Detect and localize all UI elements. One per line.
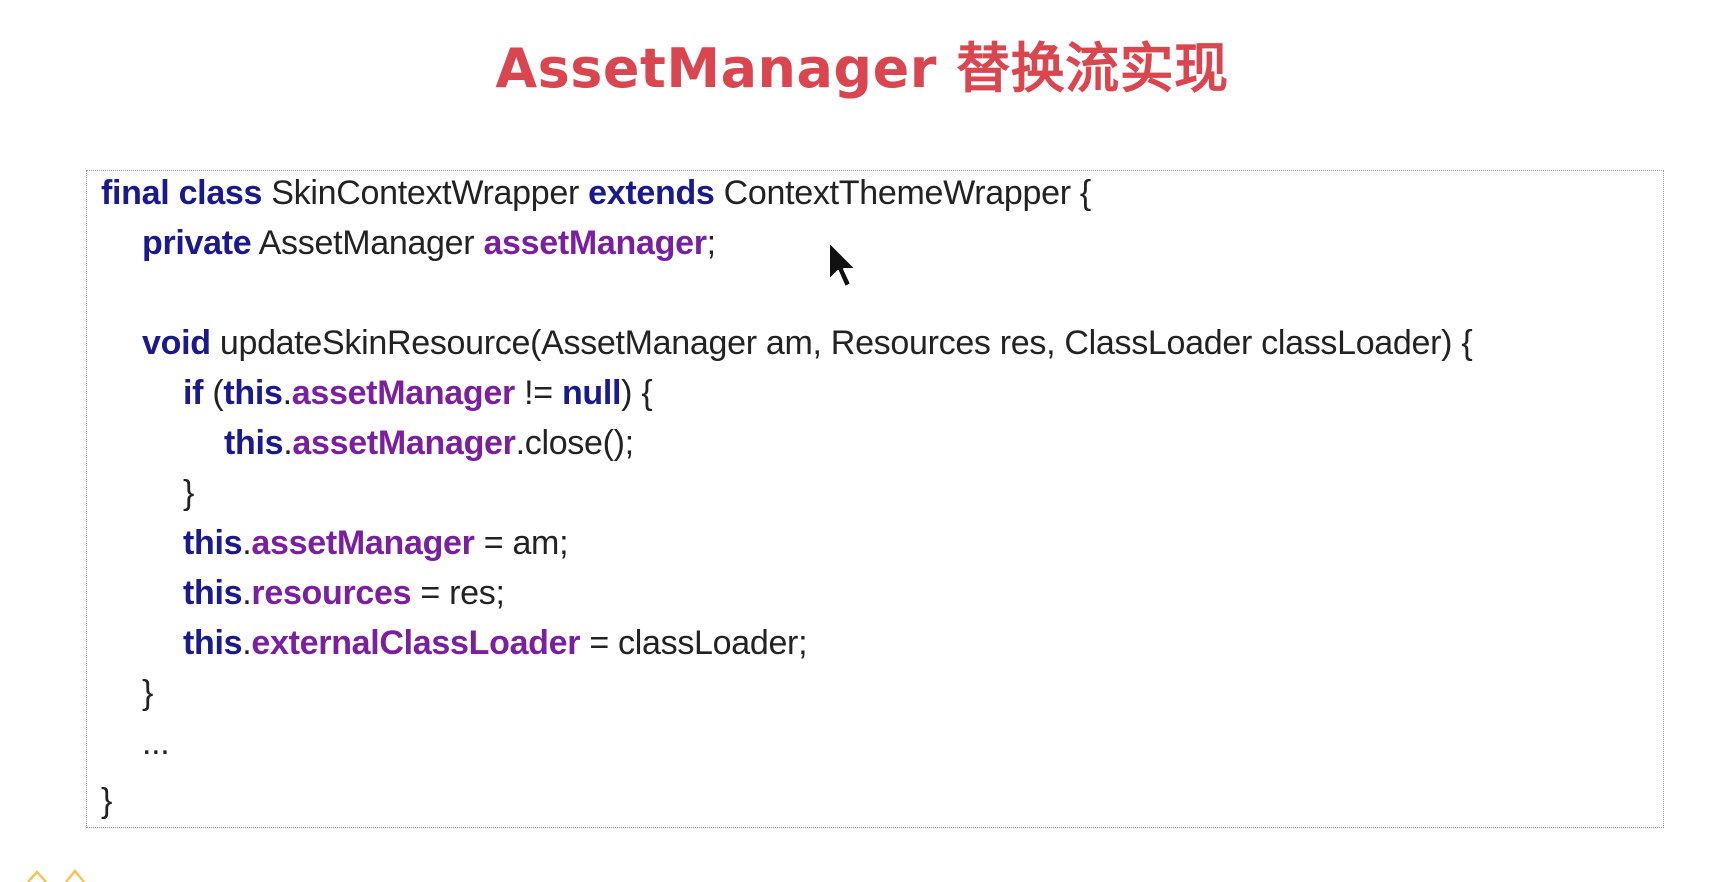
mouse-pointer-icon: [828, 241, 857, 288]
code-line: this.assetManager.close();: [224, 421, 634, 465]
code-keyword: this: [183, 574, 243, 612]
code-text: updateSkinResource(AssetManager am, Reso…: [210, 324, 1473, 362]
code-text: = am;: [474, 524, 569, 562]
code-text: SkinContextWrapper: [262, 174, 589, 212]
code-line: ...: [142, 721, 170, 765]
code-text: }: [142, 674, 154, 712]
code-field: assetManager: [291, 374, 515, 412]
code-field: externalClassLoader: [251, 624, 581, 662]
code-text: .close();: [515, 424, 635, 462]
code-text: !=: [514, 374, 562, 412]
code-keyword: extends: [588, 174, 715, 212]
code-field: assetManager: [292, 424, 516, 462]
code-keyword: this: [223, 374, 283, 412]
code-keyword: private: [142, 224, 252, 262]
code-text: AssetManager: [251, 224, 484, 262]
code-line: }: [183, 471, 194, 515]
code-text: }: [101, 782, 113, 820]
code-text: = res;: [411, 574, 505, 612]
code-text: ContextThemeWrapper {: [714, 174, 1092, 212]
code-text: ...: [142, 724, 170, 762]
code-text: ;: [706, 224, 716, 262]
code-keyword: void: [142, 324, 211, 362]
code-text: }: [183, 474, 195, 512]
code-keyword: this: [183, 524, 243, 562]
code-line: this.assetManager = am;: [183, 521, 569, 565]
code-text: .: [282, 374, 292, 412]
code-keyword: null: [561, 374, 622, 412]
code-line: final class SkinContextWrapper extends C…: [101, 171, 1091, 215]
code-keyword: final: [101, 174, 170, 212]
code-keyword: class: [178, 174, 263, 212]
code-block: final class SkinContextWrapper extends C…: [86, 170, 1664, 828]
code-line: this.resources = res;: [183, 571, 505, 615]
code-keyword: if: [183, 374, 204, 412]
code-line: }: [101, 779, 112, 823]
code-line: if (this.assetManager != null) {: [183, 371, 653, 415]
slide-title: AssetManager 替换流实现: [495, 37, 1229, 100]
code-field: resources: [251, 574, 412, 612]
code-line: }: [142, 671, 153, 715]
code-field: assetManager: [483, 224, 707, 262]
code-text: (: [203, 374, 224, 412]
code-field: assetManager: [251, 524, 475, 562]
decorative-corner-marks: [27, 869, 85, 882]
code-line: void updateSkinResource(AssetManager am,…: [142, 321, 1473, 365]
code-keyword: this: [183, 624, 243, 662]
code-keyword: this: [224, 424, 284, 462]
code-text: = classLoader;: [580, 624, 808, 662]
code-line: private AssetManager assetManager;: [142, 221, 716, 265]
code-line: this.externalClassLoader = classLoader;: [183, 621, 808, 665]
code-text: ) {: [621, 374, 653, 412]
